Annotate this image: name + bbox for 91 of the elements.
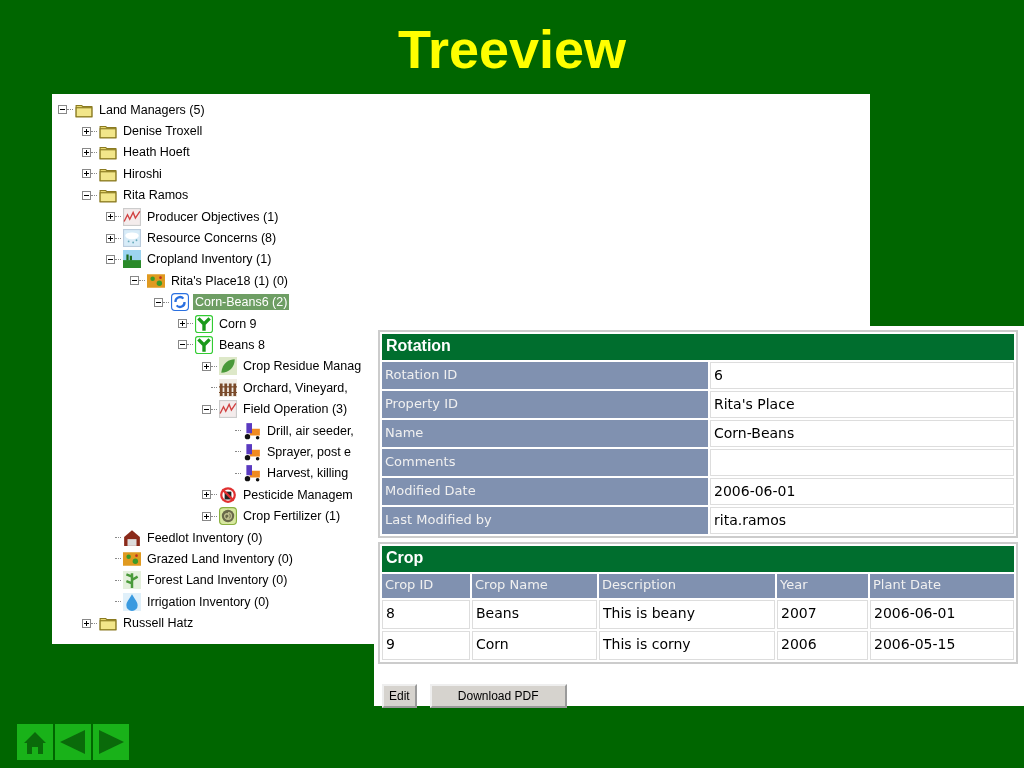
tree-item[interactable]: Heath Hoeft — [121, 144, 192, 161]
rain-cloud-icon — [123, 229, 141, 248]
field-value: Rita's Place — [710, 391, 1014, 418]
tree-item[interactable]: Crop Fertilizer (1) — [241, 508, 343, 525]
section-header: Rotation — [382, 334, 1014, 360]
water-drop-icon — [123, 592, 141, 611]
tree-item[interactable]: Rita Ramos — [121, 187, 191, 204]
tractor-icon — [243, 421, 261, 440]
table-cell: 2006-06-01 — [870, 600, 1014, 629]
spiral-icon — [219, 507, 237, 526]
table-cell: 9 — [382, 631, 470, 660]
column-header: Year — [777, 574, 868, 598]
fence-icon — [219, 378, 237, 397]
field-label: Name — [382, 420, 708, 447]
expand-icon[interactable] — [82, 618, 91, 628]
tree-item[interactable]: Cropland Inventory (1) — [145, 251, 274, 268]
section-header: Crop — [382, 546, 1014, 572]
field-label: Rotation ID — [382, 362, 708, 389]
tree-item[interactable]: Land Managers (5) — [97, 101, 207, 118]
table-cell: This is beany — [599, 600, 775, 629]
table-cell: Beans — [472, 600, 597, 629]
tree-item[interactable]: Hiroshi — [121, 165, 164, 182]
field-label: Property ID — [382, 391, 708, 418]
expand-icon[interactable] — [82, 126, 91, 136]
edit-button[interactable]: Edit — [382, 684, 417, 708]
tree-item[interactable]: Russell Hatz — [121, 615, 196, 632]
download-button[interactable]: Download PDF — [429, 684, 567, 708]
tree-item[interactable]: Orchard, Vineyard, — [241, 379, 350, 396]
field-icon — [123, 250, 141, 269]
expand-icon[interactable] — [202, 361, 211, 371]
tree-item[interactable]: Irrigation Inventory (0) — [145, 593, 272, 610]
expand-icon[interactable] — [202, 511, 211, 521]
column-header: Crop ID — [382, 574, 470, 598]
column-header: Description — [599, 574, 775, 598]
tree-item[interactable]: Harvest, killing — [265, 465, 351, 482]
tree-item[interactable]: Resource Concerns (8) — [145, 230, 279, 247]
field-value: 2006-06-01 — [710, 478, 1014, 505]
expand-icon[interactable] — [106, 212, 115, 222]
plant-icon — [123, 571, 141, 590]
field-value: 6 — [710, 362, 1014, 389]
slide-title: Treeview — [396, 18, 628, 81]
leaf-icon — [219, 357, 237, 376]
expand-icon[interactable] — [202, 490, 211, 500]
collapse-icon[interactable] — [130, 276, 139, 286]
expand-icon[interactable] — [106, 233, 115, 243]
tree-item[interactable]: Producer Objectives (1) — [145, 208, 281, 225]
expand-icon[interactable] — [82, 169, 91, 179]
map-icon — [147, 271, 165, 290]
tree-item[interactable]: Field Operation (3) — [241, 401, 350, 418]
barn-icon — [123, 528, 141, 547]
sprout-icon — [195, 314, 213, 333]
map-icon — [123, 549, 141, 568]
tree-item[interactable]: Sprayer, post e — [265, 443, 354, 460]
tree-item[interactable]: Forest Land Inventory (0) — [145, 572, 290, 589]
table-cell: This is corny — [599, 631, 775, 660]
no-spray-icon — [219, 485, 237, 504]
field-label: Comments — [382, 449, 708, 476]
tree-item[interactable]: Grazed Land Inventory (0) — [145, 550, 295, 567]
field-label: Modified Date — [382, 478, 708, 505]
collapse-icon[interactable] — [154, 297, 163, 307]
collapse-icon[interactable] — [106, 254, 115, 264]
line-chart-icon — [219, 400, 237, 419]
field-value: rita.ramos — [710, 507, 1014, 534]
tractor-icon — [243, 464, 261, 483]
tree-item[interactable]: Corn 9 — [217, 315, 259, 332]
tree-item[interactable]: Feedlot Inventory (0) — [145, 529, 265, 546]
tree-item[interactable]: Pesticide Managem — [241, 486, 355, 503]
table-cell: 8 — [382, 600, 470, 629]
tree-item[interactable]: Denise Troxell — [121, 123, 205, 140]
collapse-icon[interactable] — [58, 105, 67, 115]
table-cell: 2006-05-15 — [870, 631, 1014, 660]
table-cell: Corn — [472, 631, 597, 660]
tree-item[interactable]: Drill, air seeder, — [265, 422, 356, 439]
column-header: Crop Name — [472, 574, 597, 598]
collapse-icon[interactable] — [178, 340, 187, 350]
tractor-icon — [243, 442, 261, 461]
collapse-icon[interactable] — [82, 190, 91, 200]
line-chart-icon — [123, 207, 141, 226]
tree-item[interactable]: Beans 8 — [217, 337, 267, 353]
tree-item[interactable]: Rita's Place18 (1) (0) — [169, 272, 290, 289]
table-cell: 2006 — [777, 631, 868, 660]
expand-icon[interactable] — [178, 319, 187, 329]
collapse-icon[interactable] — [202, 404, 211, 414]
field-value: Corn-Beans — [710, 420, 1014, 447]
column-header: Plant Date — [870, 574, 1014, 598]
sprout-icon — [195, 336, 213, 354]
table-cell: 2007 — [777, 600, 868, 629]
field-label: Last Modified by — [382, 507, 708, 534]
tree-item[interactable]: Crop Residue Manag — [241, 358, 364, 375]
rotation-icon — [171, 293, 189, 312]
expand-icon[interactable] — [82, 147, 91, 157]
